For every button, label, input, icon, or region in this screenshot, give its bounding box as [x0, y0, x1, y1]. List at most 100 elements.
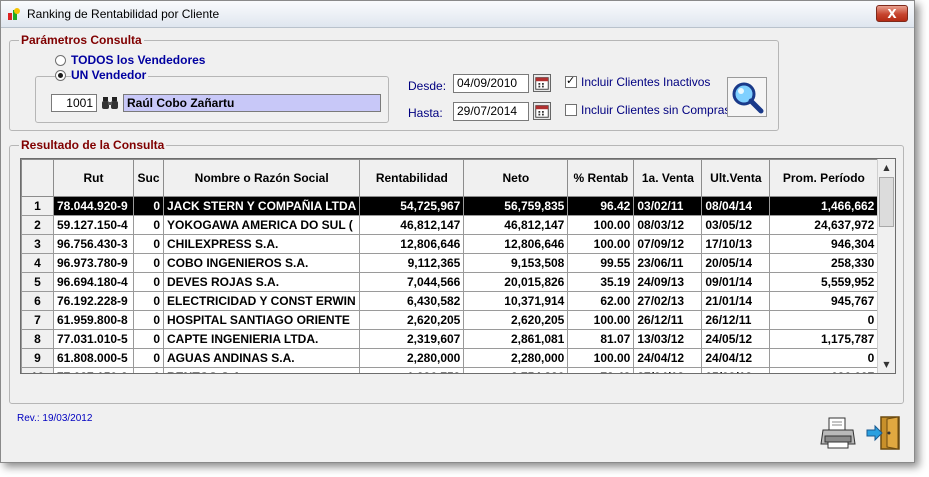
cell-ultima-venta[interactable]: 17/10/13	[701, 234, 771, 254]
cell-neto[interactable]: 2,861,081	[463, 329, 569, 349]
row-number[interactable]: 5	[21, 272, 54, 292]
cell-nombre[interactable]: JACK STERN Y COMPAÑIA LTDA	[162, 196, 361, 216]
column-header-ultima-venta[interactable]: Ult.Venta	[701, 159, 771, 197]
cell-pct-rentab[interactable]: 100.00	[567, 348, 635, 368]
cell-suc[interactable]: 0	[133, 272, 164, 292]
cell-primera-venta[interactable]: 23/06/11	[633, 253, 703, 273]
cell-rentabilidad[interactable]: 54,725,967	[359, 196, 465, 216]
column-header-suc[interactable]: Suc	[133, 159, 164, 197]
column-header-rut[interactable]: Rut	[53, 159, 134, 197]
scroll-down-icon[interactable]: ▼	[878, 356, 895, 373]
cell-prom-periodo[interactable]: 0	[769, 310, 879, 330]
cell-rentabilidad[interactable]: 12,806,646	[359, 234, 465, 254]
row-number[interactable]: 4	[21, 253, 54, 273]
cell-rut[interactable]: 96.756.430-3	[53, 234, 134, 254]
cell-rentabilidad[interactable]: 9,112,365	[359, 253, 465, 273]
cell-ultima-venta[interactable]: 03/05/12	[701, 215, 771, 235]
cell-pct-rentab[interactable]: 100.00	[567, 234, 635, 254]
table-row[interactable]: 6 76.192.228-9 0 ELECTRICIDAD Y CONST ERWIN…	[21, 291, 879, 311]
table-row[interactable]: 7 61.959.800-8 0 HOSPITAL SANTIAGO ORIENTE 2…	[21, 310, 879, 330]
cell-rentabilidad[interactable]: 1,996,759	[359, 367, 465, 373]
radio-all-vendors[interactable]	[55, 55, 66, 66]
cell-suc[interactable]: 0	[133, 196, 164, 216]
calendar-icon[interactable]	[533, 102, 551, 120]
cell-primera-venta[interactable]: 27/02/13	[633, 291, 703, 311]
cell-prom-periodo[interactable]: 1,175,787	[769, 329, 879, 349]
cell-primera-venta[interactable]: 27/04/12	[633, 367, 703, 373]
cell-rut[interactable]: 61.808.000-5	[53, 348, 134, 368]
include-no-purchases-checkbox[interactable]	[565, 104, 577, 116]
cell-suc[interactable]: 0	[133, 348, 164, 368]
cell-ultima-venta[interactable]: 24/05/12	[701, 329, 771, 349]
row-number[interactable]: 3	[21, 234, 54, 254]
column-header-pct-rentab[interactable]: % Rentab	[567, 159, 635, 197]
results-grid[interactable]: Rut Suc Nombre o Razón Social Rentabilid…	[20, 158, 896, 374]
cell-rentabilidad[interactable]: 2,280,000	[359, 348, 465, 368]
cell-rentabilidad[interactable]: 7,044,566	[359, 272, 465, 292]
table-row[interactable]: 1 78.044.920-9 0 JACK STERN Y COMPAÑIA LTDA…	[21, 196, 879, 216]
cell-neto[interactable]: 2,280,000	[463, 348, 569, 368]
cell-rentabilidad[interactable]: 2,620,205	[359, 310, 465, 330]
row-number[interactable]: 7	[21, 310, 54, 330]
cell-suc[interactable]: 0	[133, 253, 164, 273]
cell-prom-periodo[interactable]: 5,559,952	[769, 272, 879, 292]
cell-nombre[interactable]: YOKOGAWA AMERICA DO SUL (	[162, 215, 361, 235]
row-number[interactable]: 8	[21, 329, 54, 349]
cell-rut[interactable]: 59.127.150-4	[53, 215, 134, 235]
cell-pct-rentab[interactable]: 81.07	[567, 329, 635, 349]
cell-nombre[interactable]: HOSPITAL SANTIAGO ORIENTE	[162, 310, 361, 330]
cell-suc[interactable]: 0	[133, 310, 164, 330]
cell-primera-venta[interactable]: 24/09/13	[633, 272, 703, 292]
column-header-rentabilidad[interactable]: Rentabilidad	[359, 159, 465, 197]
cell-neto[interactable]: 46,812,147	[463, 215, 569, 235]
cell-rut[interactable]: 96.973.780-9	[53, 253, 134, 273]
cell-nombre[interactable]: RENTCO S.A.	[162, 367, 361, 373]
cell-nombre[interactable]: COBO INGENIEROS S.A.	[162, 253, 361, 273]
cell-nombre[interactable]: DEVES ROJAS S.A.	[162, 272, 361, 292]
cell-pct-rentab[interactable]: 72.48	[567, 367, 635, 373]
cell-primera-venta[interactable]: 13/03/12	[633, 329, 703, 349]
table-row[interactable]: 8 77.031.010-5 0 CAPTE INGENIERIA LTDA. 2,31…	[21, 329, 879, 349]
cell-ultima-venta[interactable]: 26/12/11	[701, 310, 771, 330]
table-row[interactable]: 1077.037.150-30RENTCO S.A.1,996,7592,754…	[21, 367, 879, 373]
cell-primera-venta[interactable]: 26/12/11	[633, 310, 703, 330]
cell-suc[interactable]: 0	[133, 234, 164, 254]
cell-pct-rentab[interactable]: 96.42	[567, 196, 635, 216]
row-number[interactable]: 9	[21, 348, 54, 368]
cell-ultima-venta[interactable]: 24/04/12	[701, 348, 771, 368]
cell-rut[interactable]: 77.031.010-5	[53, 329, 134, 349]
table-row[interactable]: 2 59.127.150-4 0 YOKOGAWA AMERICA DO SUL ( 4…	[21, 215, 879, 235]
cell-suc[interactable]: 0	[133, 329, 164, 349]
cell-ultima-venta[interactable]: 20/05/14	[701, 253, 771, 273]
search-button[interactable]	[727, 77, 767, 117]
binoculars-icon[interactable]	[101, 95, 119, 111]
column-header-nombre[interactable]: Nombre o Razón Social	[162, 159, 361, 197]
cell-neto[interactable]: 56,759,835	[463, 196, 569, 216]
cell-prom-periodo[interactable]: 24,637,972	[769, 215, 879, 235]
table-row[interactable]: 5 96.694.180-4 0 DEVES ROJAS S.A. 7,044,566 2…	[21, 272, 879, 292]
radio-one-vendor[interactable]	[55, 70, 66, 81]
row-number[interactable]: 2	[21, 215, 54, 235]
cell-neto[interactable]: 20,015,826	[463, 272, 569, 292]
table-row[interactable]: 4 96.973.780-9 0 COBO INGENIEROS S.A. 9,112,…	[21, 253, 879, 273]
cell-prom-periodo[interactable]: 946,304	[769, 234, 879, 254]
table-row[interactable]: 3 96.756.430-3 0 CHILEXPRESS S.A. 12,806,646…	[21, 234, 879, 254]
table-row[interactable]: 9 61.808.000-5 0 AGUAS ANDINAS S.A. 2,280,00…	[21, 348, 879, 368]
cell-primera-venta[interactable]: 07/09/12	[633, 234, 703, 254]
cell-primera-venta[interactable]: 08/03/12	[633, 215, 703, 235]
print-button[interactable]	[819, 414, 857, 452]
cell-prom-periodo[interactable]: 945,767	[769, 291, 879, 311]
cell-rentabilidad[interactable]: 2,319,607	[359, 329, 465, 349]
cell-suc[interactable]: 0	[133, 215, 164, 235]
cell-pct-rentab[interactable]: 100.00	[567, 215, 635, 235]
cell-nombre[interactable]: CHILEXPRESS S.A.	[162, 234, 361, 254]
cell-rut[interactable]: 76.192.228-9	[53, 291, 134, 311]
cell-ultima-venta[interactable]: 05/09/12	[701, 367, 771, 373]
cell-nombre[interactable]: AGUAS ANDINAS S.A.	[162, 348, 361, 368]
vertical-scrollbar[interactable]: ▲ ▼	[877, 159, 895, 373]
cell-ultima-venta[interactable]: 21/01/14	[701, 291, 771, 311]
cell-neto[interactable]: 12,806,646	[463, 234, 569, 254]
cell-rut[interactable]: 61.959.800-8	[53, 310, 134, 330]
desde-date-input[interactable]: 04/09/2010	[453, 74, 529, 93]
row-number[interactable]: 10	[21, 367, 54, 373]
